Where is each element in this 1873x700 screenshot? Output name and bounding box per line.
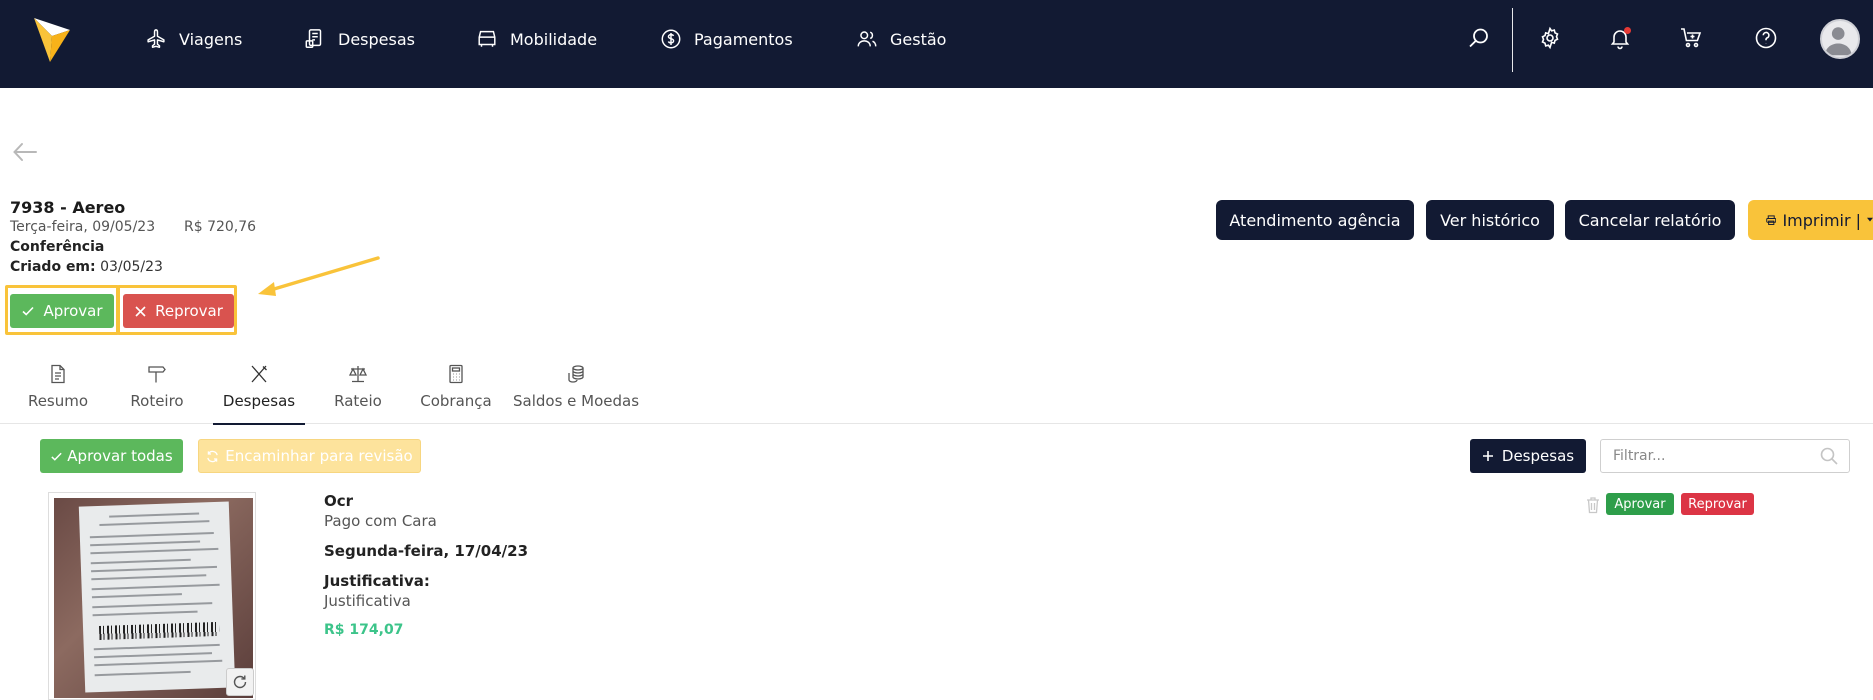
- user-avatar-icon: [1824, 27, 1852, 56]
- reject-label: Reprovar: [155, 302, 223, 320]
- airplane-icon: [147, 29, 165, 48]
- justification-value: Justificativa: [324, 592, 411, 610]
- receipt-photo: [54, 498, 253, 698]
- document-icon: [51, 364, 65, 384]
- tab-label: Cobrança: [420, 392, 492, 410]
- tab-cobranca[interactable]: Cobrança: [418, 364, 494, 424]
- add-expense-label: Despesas: [1501, 447, 1575, 465]
- search-icon[interactable]: [1819, 446, 1839, 466]
- car-icon: [478, 30, 496, 47]
- approve-expense-button[interactable]: Aprovar: [1606, 493, 1674, 515]
- gear-icon: [1541, 26, 1559, 50]
- expense-date: Segunda-feira, 17/04/23: [324, 542, 529, 560]
- tab-roteiro[interactable]: Roteiro: [127, 364, 187, 424]
- scale-icon: [348, 366, 368, 383]
- rotate-image-button[interactable]: [226, 668, 254, 696]
- tab-rateio[interactable]: Rateio: [331, 364, 385, 424]
- search-button[interactable]: [1463, 22, 1495, 54]
- approve-label: Aprovar: [43, 302, 103, 320]
- tab-label: Resumo: [27, 392, 89, 410]
- atendimento-agencia-button[interactable]: Atendimento agência: [1216, 200, 1414, 240]
- nav-divider: [1512, 8, 1513, 72]
- active-tab-indicator: [213, 423, 305, 425]
- report-created: Criado em: 03/05/23: [10, 259, 163, 275]
- logo-icon[interactable]: [32, 16, 72, 64]
- report-title: 7938 - Aereo: [10, 198, 126, 217]
- tab-saldos-e-moedas[interactable]: Saldos e Moedas: [512, 364, 640, 424]
- expense-amount: R$ 174,07: [324, 622, 404, 638]
- nav-label: Mobilidade: [510, 29, 598, 49]
- cart-button[interactable]: [1675, 22, 1707, 54]
- search-icon: [1469, 28, 1488, 48]
- imprimir-button[interactable]: Imprimir |: [1748, 200, 1873, 240]
- back-arrow-icon[interactable]: [12, 141, 38, 163]
- check-icon: [51, 452, 62, 461]
- help-button[interactable]: [1750, 22, 1782, 54]
- cart-plus-icon: [1681, 28, 1702, 48]
- receipt-paper: [78, 501, 236, 693]
- nav-label: Pagamentos: [694, 29, 793, 49]
- imprimir-label: Imprimir |: [1782, 210, 1862, 230]
- expense-paid-with: Pago com Cara: [324, 512, 437, 530]
- cancelar-relatorio-button[interactable]: Cancelar relatório: [1565, 200, 1735, 240]
- forward-review-label: Encaminhar para revisão: [225, 447, 413, 465]
- nav-item-despesas[interactable]: Despesas: [304, 24, 415, 54]
- tab-label: Rateio: [334, 392, 382, 410]
- nav-item-pagamentos[interactable]: Pagamentos: [660, 24, 793, 54]
- nav-label: Viagens: [179, 29, 243, 49]
- tab-label: Roteiro: [130, 392, 184, 410]
- nav-label: Despesas: [338, 29, 415, 49]
- created-label: Criado em:: [10, 259, 96, 275]
- ver-historico-button[interactable]: Ver histórico: [1426, 200, 1554, 240]
- approve-all-label: Aprovar todas: [67, 447, 173, 465]
- add-expense-button[interactable]: Despesas: [1470, 439, 1586, 473]
- signpost-icon: [148, 366, 166, 383]
- receipt-thumbnail[interactable]: [48, 492, 256, 700]
- utensils-icon: [251, 365, 267, 383]
- tab-despesas[interactable]: Despesas: [220, 364, 298, 424]
- annotation-arrow-icon: [258, 256, 380, 296]
- report-status: Conferência: [10, 239, 105, 255]
- rotate-icon: [233, 675, 247, 689]
- reject-expense-button[interactable]: Reprovar: [1681, 493, 1754, 515]
- help-icon: [1755, 27, 1777, 49]
- close-icon: [135, 305, 146, 317]
- settings-button[interactable]: [1534, 22, 1566, 54]
- calculator-icon: [449, 364, 463, 384]
- plus-icon: [1482, 451, 1493, 461]
- report-amount: R$ 720,76: [184, 219, 257, 235]
- printer-icon: [1766, 215, 1777, 225]
- caret-down-icon: [1867, 217, 1873, 222]
- created-value: 03/05/23: [100, 259, 163, 275]
- dollar-circle-icon: [661, 29, 681, 49]
- nav-item-gestao[interactable]: Gestão: [856, 24, 946, 54]
- approve-report-button[interactable]: Aprovar: [10, 294, 114, 328]
- coins-icon: [568, 365, 584, 383]
- approve-all-button[interactable]: Aprovar todas: [40, 439, 183, 473]
- notifications-button[interactable]: [1604, 22, 1636, 54]
- users-icon: [857, 31, 877, 47]
- tab-label: Saldos e Moedas: [512, 392, 640, 410]
- forward-review-button[interactable]: Encaminhar para revisão: [198, 439, 421, 473]
- avatar[interactable]: [1820, 19, 1860, 59]
- check-icon: [22, 306, 35, 316]
- refresh-icon: [207, 450, 219, 462]
- nav-item-viagens[interactable]: Viagens: [145, 24, 242, 54]
- nav-item-mobilidade[interactable]: Mobilidade: [476, 24, 597, 54]
- top-navbar: Viagens Despesas Mobilidade Pagamentos G…: [0, 0, 1873, 88]
- tab-resumo[interactable]: Resumo: [28, 364, 88, 424]
- report-date: Terça-feira, 09/05/23: [10, 219, 156, 235]
- trash-icon[interactable]: [1585, 496, 1601, 514]
- receipt-icon: [305, 29, 322, 48]
- filter-box: [1600, 439, 1850, 473]
- tab-label: Despesas: [222, 392, 296, 410]
- expense-title: Ocr: [324, 492, 354, 510]
- notification-dot: [1624, 27, 1631, 34]
- justification-label: Justificativa:: [324, 572, 430, 590]
- reject-report-button[interactable]: Reprovar: [123, 294, 234, 328]
- nav-label: Gestão: [890, 29, 947, 49]
- filter-input[interactable]: [1601, 440, 1811, 472]
